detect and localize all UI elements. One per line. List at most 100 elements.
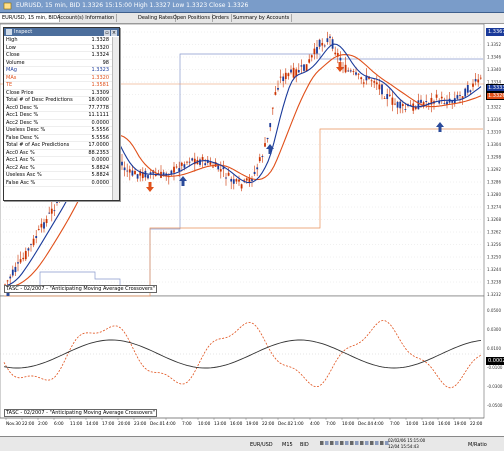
candle-body [22, 257, 25, 260]
tab-orders[interactable]: Orders [210, 14, 232, 22]
candle-body [357, 73, 360, 75]
inspect-row-value: 1.3581 [91, 82, 110, 88]
time-axis-label: 10:00 [198, 421, 211, 427]
indicator-axis-label: -0.0300 [487, 384, 503, 389]
inspect-scrollbar[interactable] [112, 37, 119, 200]
candle-body [227, 172, 230, 176]
inspect-row: Volume 98 [4, 60, 112, 67]
time-axis-label: 6:00 [54, 421, 64, 427]
price-mode-selector[interactable]: BID [300, 442, 309, 448]
inspect-row-value: 0.0000 [91, 119, 110, 126]
inspect-row-key: Acc1 Desc % [6, 112, 39, 118]
candle-body [183, 164, 186, 168]
candle-body [339, 57, 342, 61]
chart-title-bar: EURUSD, 15 min, BID 1.3326 15:15:00 High… [0, 0, 504, 13]
time-axis-label: Nov.30 [6, 421, 21, 427]
candle-body [48, 212, 51, 214]
tab-chart[interactable]: EUR/USD, 15 min, BID [0, 14, 61, 22]
candle-body [435, 94, 438, 98]
toolbar-tool-icon[interactable] [325, 441, 329, 445]
toolbar-tool-icon[interactable] [375, 441, 379, 445]
toolbar-tool-icon[interactable] [335, 441, 339, 445]
inspect-panel[interactable]: Inspect ▫ × High 1.3328 Low 1.3320 Close 1.332… [3, 27, 120, 201]
candle-body [232, 179, 235, 184]
candle-body [396, 101, 399, 108]
candle-body [297, 70, 300, 73]
time-axis-label: 7:00 [326, 421, 336, 427]
time-axis-label: 20:00 [118, 421, 131, 427]
inspect-row-value: 11.1111 [88, 112, 109, 118]
timeframe-selector[interactable]: M15 [282, 442, 293, 448]
candle-body [469, 90, 472, 93]
toolbar-tool-icon[interactable] [350, 441, 354, 445]
current-price-box: 1.3367 [486, 28, 504, 36]
candle-body [456, 95, 459, 99]
candle-body [279, 76, 282, 78]
toolbar-tool-icon[interactable] [370, 441, 374, 445]
price-marker-a: 1.3333 [486, 84, 504, 92]
candle-body [212, 166, 214, 168]
time-axis-label: 17:00 [102, 421, 115, 427]
candle-body [300, 65, 303, 67]
tab-open-positions[interactable]: Open Positions [171, 14, 214, 22]
tab-dealing-rates[interactable]: Dealing Rates [136, 14, 176, 22]
candle-body [290, 69, 292, 73]
candle-body [362, 82, 365, 84]
inspect-title: Inspect [14, 29, 33, 35]
inspect-row-key: High [6, 37, 18, 43]
candle-body [303, 64, 305, 71]
inspect-row: High 1.3328 [4, 37, 112, 45]
candle-body [50, 208, 53, 214]
candle-body [134, 171, 136, 175]
inspect-row-key: Acc1 Asc % [6, 157, 35, 163]
time-readout: 12/04 15:54:43 [388, 444, 419, 449]
pin-icon[interactable]: ▫ [104, 30, 110, 36]
candle-body [154, 175, 157, 176]
time-axis-label: 22:00 [470, 421, 483, 427]
candle-body [404, 109, 407, 110]
tab-summary-by-accounts[interactable]: Summary by Accounts [231, 14, 293, 22]
symbol-selector[interactable]: EUR/USD [250, 442, 273, 448]
candle-body [17, 262, 19, 264]
inspect-row: Acc0 Desc % 77.7778 [4, 104, 112, 112]
toolbar-tool-icon[interactable] [345, 441, 349, 445]
toolbar-tool-icon[interactable] [320, 441, 324, 445]
toolbar-tool-icon[interactable] [330, 441, 334, 445]
candle-body [45, 219, 48, 224]
chart-title: EURUSD, 15 min, BID 1.3326 15:15:00 High… [16, 2, 249, 9]
toolbar-tool-icon[interactable] [365, 441, 369, 445]
time-axis-label: 10:00 [406, 421, 419, 427]
candle-body [347, 70, 350, 72]
tab-account-information[interactable]: Account(s) Information [55, 14, 118, 22]
price-axis-label: 1.3298 [487, 155, 501, 160]
candle-body [443, 103, 446, 105]
candle-body [474, 79, 477, 82]
price-axis-label: 1.3262 [487, 230, 501, 235]
time-axis-label: 22:00 [262, 421, 275, 427]
toolbar-tool-icon[interactable] [360, 441, 364, 445]
toolbar-tool-icon[interactable] [380, 441, 384, 445]
inspect-row: Low 1.3320 [4, 45, 112, 52]
candle-body [204, 163, 207, 166]
time-axis-label: 19:00 [246, 421, 259, 427]
inspect-row-value: 18.0000 [88, 97, 109, 103]
candle-body [30, 244, 32, 245]
time-axis-label: Dec.01 [150, 421, 165, 427]
inspect-row-value: 0.0000 [91, 179, 110, 186]
toolbar-tool-icon[interactable] [340, 441, 344, 445]
inspect-header[interactable]: Inspect ▫ × [4, 28, 119, 36]
inspect-row-key: Total # of Asc Predictions [6, 142, 70, 148]
close-icon[interactable]: × [111, 30, 117, 36]
candle-body [292, 67, 295, 78]
toolbar-tool-icon[interactable] [355, 441, 359, 445]
inspect-row: False Asc % 0.0000 [4, 179, 112, 187]
inspect-row-key: MAg [6, 67, 17, 73]
zoom-selector[interactable]: M/Ratio [468, 442, 487, 448]
candle-body [373, 81, 376, 83]
time-axis-label: 13:00 [214, 421, 227, 427]
candle-body [381, 84, 383, 95]
candle-body [378, 84, 381, 90]
toolbar-tool-icon[interactable] [385, 441, 389, 445]
inspect-row-value: 77.7778 [88, 104, 109, 111]
inspect-row: Total # of Asc Predictions 17.0000 [4, 142, 112, 150]
